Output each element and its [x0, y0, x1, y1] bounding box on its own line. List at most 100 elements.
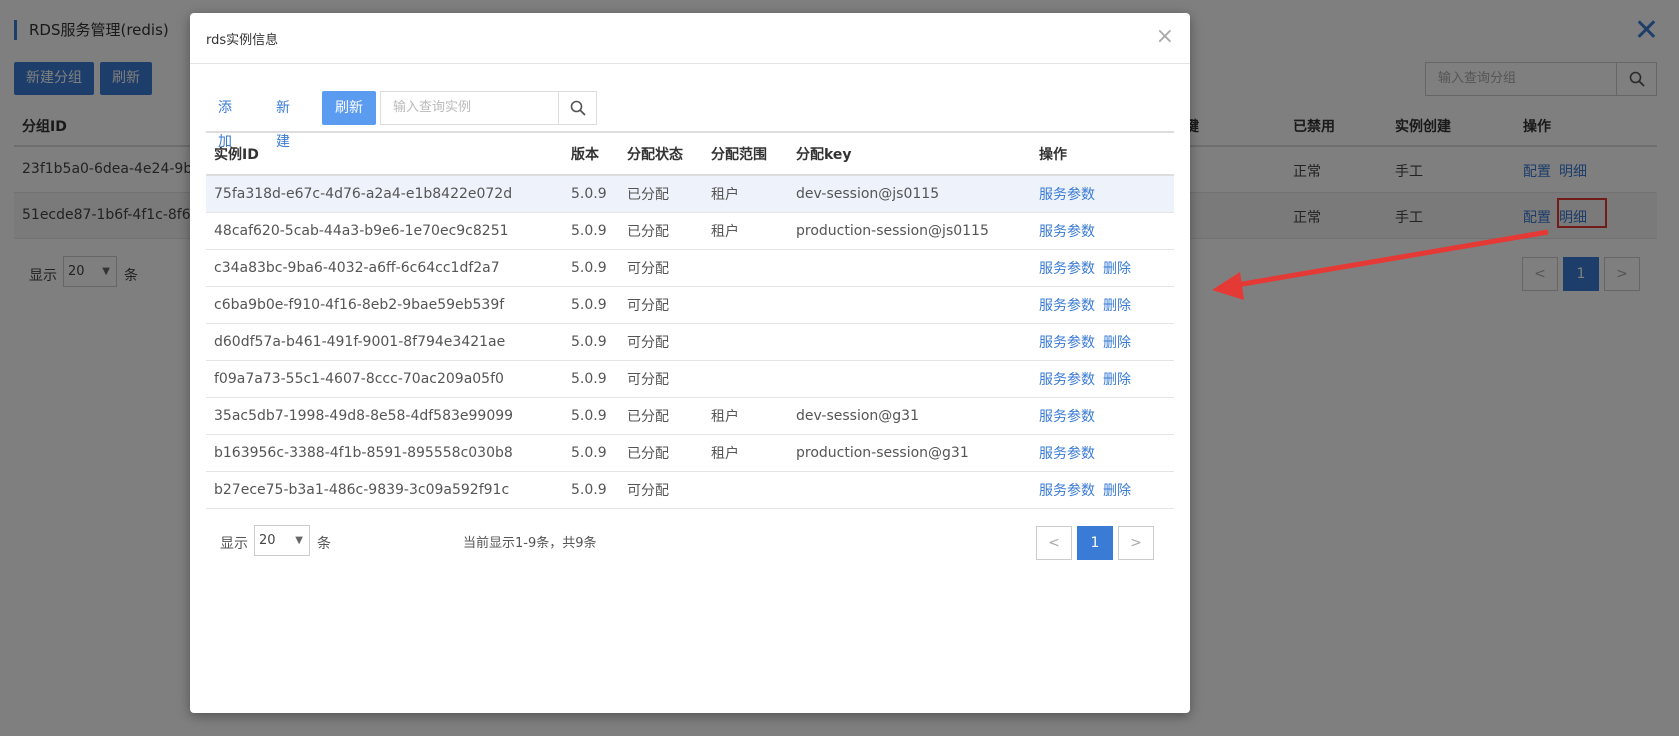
alloc-scope-cell: 租户 — [703, 397, 788, 435]
alloc-key-cell: dev-session@js0115 — [788, 175, 1031, 213]
table-row: 48caf620-5cab-44a3-b9e6-1e70ec9c8251 5.0.… — [206, 212, 1174, 250]
actions-cell: 服务参数 删除 — [1031, 360, 1174, 398]
instance-id-cell: 48caf620-5cab-44a3-b9e6-1e70ec9c8251 — [206, 212, 563, 250]
table-row: f09a7a73-55c1-4607-8ccc-70ac209a05f0 5.0.… — [206, 360, 1174, 398]
actions-cell: 服务参数 — [1031, 175, 1174, 213]
table-row: c6ba9b0e-f910-4f16-8eb2-9bae59eb539f 5.0.… — [206, 286, 1174, 324]
delete-link[interactable]: 删除 — [1103, 298, 1131, 314]
col-alloc-scope: 分配范围 — [703, 131, 788, 176]
actions-cell: 服务参数 — [1031, 212, 1174, 250]
instance-id-cell: f09a7a73-55c1-4607-8ccc-70ac209a05f0 — [206, 360, 563, 398]
alloc-key-cell: production-session@g31 — [788, 434, 1031, 472]
footer-show-label: 显示 — [220, 536, 248, 552]
alloc-status-cell: 可分配 — [619, 471, 703, 509]
service-params-link[interactable]: 服务参数 — [1039, 446, 1095, 462]
search-icon[interactable] — [558, 92, 596, 124]
actions-cell: 服务参数 删除 — [1031, 249, 1174, 287]
alloc-key-cell — [788, 471, 1031, 509]
page-size-select[interactable]: 20 ▼ — [254, 525, 310, 556]
delete-link[interactable]: 删除 — [1103, 335, 1131, 351]
delete-link[interactable]: 删除 — [1103, 483, 1131, 499]
create-button[interactable]: 新建 — [276, 91, 290, 150]
version-cell: 5.0.9 — [563, 249, 619, 287]
page-summary: 当前显示1-9条，共9条 — [463, 536, 597, 551]
service-params-link[interactable]: 服务参数 — [1039, 187, 1095, 203]
footer-unit-label: 条 — [317, 536, 331, 552]
alloc-scope-cell — [703, 471, 788, 509]
prev-page-button[interactable]: < — [1036, 526, 1072, 560]
alloc-scope-cell: 租户 — [703, 434, 788, 472]
col-alloc-status: 分配状态 — [619, 131, 703, 176]
alloc-key-cell: production-session@js0115 — [788, 212, 1031, 250]
rds-instance-modal: rds实例信息 × 添加 新建 刷新 输入查询实例 实例ID 版本 分配状态 分… — [190, 13, 1190, 713]
alloc-status-cell: 已分配 — [619, 212, 703, 250]
col-instance-id: 实例ID — [206, 131, 563, 176]
service-params-link[interactable]: 服务参数 — [1039, 483, 1095, 499]
version-cell: 5.0.9 — [563, 323, 619, 361]
table-row: d60df57a-b461-491f-9001-8f794e3421ae 5.0.… — [206, 323, 1174, 361]
instance-id-cell: c6ba9b0e-f910-4f16-8eb2-9bae59eb539f — [206, 286, 563, 324]
version-cell: 5.0.9 — [563, 471, 619, 509]
service-params-link[interactable]: 服务参数 — [1039, 372, 1095, 388]
alloc-scope-cell — [703, 249, 788, 287]
alloc-scope-cell — [703, 286, 788, 324]
service-params-link[interactable]: 服务参数 — [1039, 224, 1095, 240]
alloc-status-cell: 可分配 — [619, 249, 703, 287]
actions-cell: 服务参数 删除 — [1031, 471, 1174, 509]
alloc-status-cell: 可分配 — [619, 286, 703, 324]
col-alloc-key: 分配key — [788, 131, 1031, 176]
alloc-key-cell: dev-session@g31 — [788, 397, 1031, 435]
page-1-button[interactable]: 1 — [1077, 526, 1113, 560]
version-cell: 5.0.9 — [563, 360, 619, 398]
table-row: 35ac5db7-1998-49d8-8e58-4df583e99099 5.0.… — [206, 397, 1174, 435]
instance-id-cell: c34a83bc-9ba6-4032-a6ff-6c64cc1df2a7 — [206, 249, 563, 287]
col-actions: 操作 — [1031, 131, 1174, 176]
version-cell: 5.0.9 — [563, 397, 619, 435]
table-header-row: 实例ID 版本 分配状态 分配范围 分配key 操作 — [206, 131, 1174, 176]
instance-id-cell: d60df57a-b461-491f-9001-8f794e3421ae — [206, 323, 563, 361]
version-cell: 5.0.9 — [563, 212, 619, 250]
instance-id-cell: 35ac5db7-1998-49d8-8e58-4df583e99099 — [206, 397, 563, 435]
table-row: 75fa318d-e67c-4d76-a2a4-e1b8422e072d 5.0.… — [206, 175, 1174, 213]
alloc-scope-cell — [703, 323, 788, 361]
instance-id-cell: b27ece75-b3a1-486c-9839-3c09a592f91c — [206, 471, 563, 509]
alloc-scope-cell: 租户 — [703, 212, 788, 250]
delete-link[interactable]: 删除 — [1103, 372, 1131, 388]
instance-search-input[interactable]: 输入查询实例 — [381, 92, 558, 124]
add-button[interactable]: 添加 — [218, 91, 232, 150]
version-cell: 5.0.9 — [563, 175, 619, 213]
service-params-link[interactable]: 服务参数 — [1039, 298, 1095, 314]
delete-link[interactable]: 删除 — [1103, 261, 1131, 277]
close-icon[interactable]: × — [1156, 23, 1174, 51]
actions-cell: 服务参数 删除 — [1031, 323, 1174, 361]
next-page-button[interactable]: > — [1118, 526, 1154, 560]
col-version: 版本 — [563, 131, 619, 176]
service-params-link[interactable]: 服务参数 — [1039, 335, 1095, 351]
modal-title: rds实例信息 — [206, 33, 279, 48]
alloc-status-cell: 已分配 — [619, 434, 703, 472]
table-row: b163956c-3388-4f1b-8591-895558c030b8 5.0.… — [206, 434, 1174, 472]
service-params-link[interactable]: 服务参数 — [1039, 409, 1095, 425]
service-params-link[interactable]: 服务参数 — [1039, 261, 1095, 277]
instance-search: 输入查询实例 — [380, 91, 597, 125]
refresh-button[interactable]: 刷新 — [322, 91, 376, 125]
version-cell: 5.0.9 — [563, 434, 619, 472]
alloc-scope-cell: 租户 — [703, 175, 788, 213]
instance-id-cell: b163956c-3388-4f1b-8591-895558c030b8 — [206, 434, 563, 472]
alloc-status-cell: 已分配 — [619, 397, 703, 435]
modal-header: rds实例信息 × — [190, 13, 1190, 64]
table-row: b27ece75-b3a1-486c-9839-3c09a592f91c 5.0.… — [206, 471, 1174, 509]
instance-table: 实例ID 版本 分配状态 分配范围 分配key 操作 75fa318d-e67c… — [206, 131, 1174, 509]
actions-cell: 服务参数 — [1031, 397, 1174, 435]
page-size-value: 20 — [259, 533, 276, 548]
actions-cell: 服务参数 — [1031, 434, 1174, 472]
alloc-scope-cell — [703, 360, 788, 398]
alloc-status-cell: 可分配 — [619, 323, 703, 361]
instance-id-cell: 75fa318d-e67c-4d76-a2a4-e1b8422e072d — [206, 175, 563, 213]
table-row: c34a83bc-9ba6-4032-a6ff-6c64cc1df2a7 5.0.… — [206, 249, 1174, 287]
alloc-key-cell — [788, 360, 1031, 398]
alloc-status-cell: 已分配 — [619, 175, 703, 213]
chevron-down-icon: ▼ — [295, 535, 303, 546]
alloc-key-cell — [788, 323, 1031, 361]
actions-cell: 服务参数 删除 — [1031, 286, 1174, 324]
